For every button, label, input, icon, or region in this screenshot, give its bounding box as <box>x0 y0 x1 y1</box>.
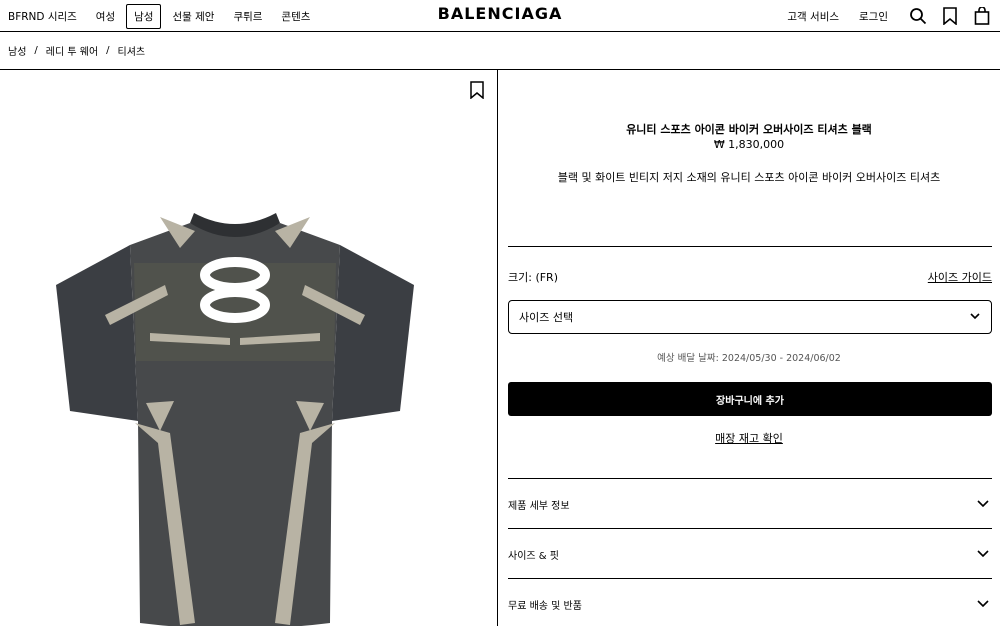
nav-content[interactable]: 콘텐츠 <box>273 4 318 29</box>
accordion-label: 무료 배송 및 반품 <box>508 600 582 612</box>
nav-gifts[interactable]: 선물 제안 <box>164 4 222 29</box>
top-header: BFRND 시리즈 여성 남성 선물 제안 쿠튀르 콘텐츠 BALENCIAGA… <box>0 0 1000 32</box>
login-link[interactable]: 로그인 <box>859 9 888 24</box>
accordion-label: 제품 세부 정보 <box>508 500 570 512</box>
breadcrumb: 남성 / 레디 투 웨어 / 티셔츠 <box>0 32 1000 70</box>
bookmark-icon[interactable] <box>940 6 960 26</box>
estimated-delivery: 예상 배달 날짜: 2024/05/30 - 2024/06/02 <box>657 353 841 364</box>
accordion-shipping-returns[interactable]: 무료 배송 및 반품 <box>508 579 992 626</box>
nav-couture[interactable]: 쿠튀르 <box>225 4 270 29</box>
chevron-down-icon <box>969 310 981 325</box>
brand-logo[interactable]: BALENCIAGA <box>438 4 563 23</box>
product-details: 유니티 스포츠 아이콘 바이커 오버사이즈 티셔츠 블랙 ₩ 1,830,000… <box>498 70 1000 626</box>
nav-bfrnd-series[interactable]: BFRND 시리즈 <box>0 4 85 29</box>
customer-service-link[interactable]: 고객 서비스 <box>787 9 839 24</box>
breadcrumb-men[interactable]: 남성 <box>8 43 26 58</box>
size-select[interactable]: 사이즈 선택 <box>508 300 992 334</box>
chevron-down-icon <box>976 546 990 563</box>
store-stock-link[interactable]: 매장 재고 확인 <box>715 432 783 445</box>
add-to-cart-button[interactable]: 장바구니에 추가 <box>508 382 992 416</box>
search-icon[interactable] <box>908 6 928 26</box>
divider <box>508 246 992 247</box>
accordion-label: 사이즈 & 핏 <box>508 550 559 562</box>
chevron-down-icon <box>976 496 990 513</box>
accordion-product-details[interactable]: 제품 세부 정보 <box>508 479 992 529</box>
nav-men[interactable]: 남성 <box>126 3 162 29</box>
product-price: ₩ 1,830,000 <box>713 138 785 151</box>
breadcrumb-tshirts[interactable]: 티셔츠 <box>118 43 146 58</box>
accordion-size-fit[interactable]: 사이즈 & 핏 <box>508 529 992 579</box>
nav-women[interactable]: 여성 <box>88 4 123 29</box>
product-description: 블랙 및 화이트 빈티지 저지 소재의 유니티 스포츠 아이콘 바이커 오버사이… <box>557 171 941 184</box>
wishlist-bookmark-icon[interactable] <box>469 81 485 100</box>
breadcrumb-ready-to-wear[interactable]: 레디 투 웨어 <box>46 43 98 58</box>
size-label: 크기: (FR) <box>508 271 558 284</box>
main-nav: BFRND 시리즈 여성 남성 선물 제안 쿠튀르 콘텐츠 <box>0 0 321 32</box>
size-select-label: 사이즈 선택 <box>519 311 574 324</box>
size-guide-link[interactable]: 사이즈 가이드 <box>928 269 992 285</box>
chevron-down-icon <box>976 596 990 613</box>
product-image[interactable] <box>50 183 420 626</box>
product-gallery <box>0 70 498 626</box>
shopping-bag-icon[interactable] <box>972 6 992 26</box>
product-name: 유니티 스포츠 아이콘 바이커 오버사이즈 티셔츠 블랙 <box>626 123 872 136</box>
